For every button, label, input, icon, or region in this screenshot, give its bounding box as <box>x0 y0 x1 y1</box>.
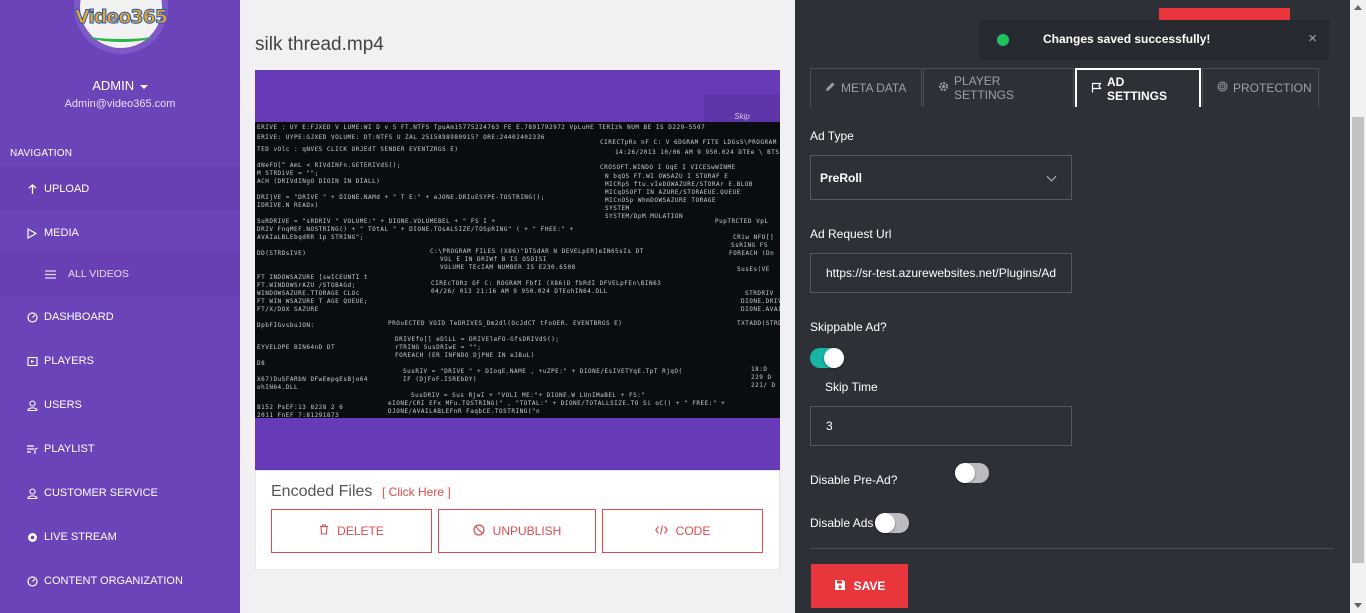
video-player[interactable]: Skip ERIVE : UY E:FJXED V LUME:WI D v 5 … <box>255 70 780 470</box>
page-title: silk thread.mp4 <box>255 34 384 55</box>
encoded-files-link[interactable]: [ Click Here ] <box>382 485 451 499</box>
skip-time-label: Skip Time <box>825 380 878 394</box>
play-icon <box>26 227 38 239</box>
main-content: silk thread.mp4 Skip ERIVE : UY E:FJXED … <box>240 0 795 613</box>
ad-request-url-label: Ad Request Url <box>810 227 892 241</box>
unpublish-button[interactable]: UNPUBLISH <box>438 509 596 553</box>
tab-ad-settings[interactable]: AD SETTINGS <box>1075 68 1201 107</box>
sidebar-item-playlist[interactable]: PLAYLIST <box>0 427 240 471</box>
brand-logo[interactable]: Video365 <box>74 0 168 54</box>
delete-label: DELETE <box>337 524 384 538</box>
sidebar-item-players[interactable]: PLAYERS <box>0 339 240 383</box>
tab-meta-data[interactable]: META DATA <box>810 68 922 107</box>
sidebar-item-upload[interactable]: UPLOAD <box>0 167 240 211</box>
disable-pre-ad-label: Disable Pre-Ad? <box>810 473 898 487</box>
list-icon <box>44 269 56 279</box>
ad-type-value: PreRoll <box>820 170 863 185</box>
scroll-down-icon[interactable] <box>1354 603 1362 608</box>
sidebar-item-customer-service[interactable]: CUSTOMER SERVICE <box>0 471 240 515</box>
playlist-icon <box>26 444 38 455</box>
sidebar-item-all-videos[interactable]: ALL VIDEOS <box>0 252 240 296</box>
sidebar-item-label: DASHBOARD <box>44 311 114 323</box>
ad-request-url-input[interactable]: https://sr-test.azurewebsites.net/Plugin… <box>810 253 1072 293</box>
toast-message: Changes saved successfully! <box>1043 32 1211 46</box>
caret-down-icon <box>139 84 148 89</box>
user-name: ADMIN <box>92 78 135 93</box>
save-label: SAVE <box>853 579 886 593</box>
code-label: CODE <box>675 524 711 538</box>
chevron-down-icon <box>1046 171 1057 182</box>
sidebar-item-label: MEDIA <box>44 227 79 239</box>
disable-pre-ad-toggle[interactable] <box>955 463 989 483</box>
sidebar-item-label: ALL VIDEOS <box>68 268 129 280</box>
skip-ad-button[interactable]: Skip <box>704 95 780 123</box>
pencil-icon <box>825 81 836 95</box>
settings-tabs: META DATA PLAYER SETTINGS AD SETTINGS PR… <box>810 68 1320 107</box>
sidebar-item-label: CONTENT ORGANIZATION <box>44 575 183 587</box>
player-icon <box>26 356 38 367</box>
scrollbar[interactable] <box>1350 0 1366 613</box>
ban-icon <box>473 523 485 539</box>
sidebar-item-content-organization[interactable]: CONTENT ORGANIZATION <box>0 559 240 603</box>
delete-button[interactable]: DELETE <box>271 509 432 553</box>
sidebar-item-label: CUSTOMER SERVICE <box>44 487 158 499</box>
settings-panel: Changes saved successfully! × META DATA … <box>795 0 1366 613</box>
user-email: Admin@video365.com <box>64 98 176 110</box>
gauge-icon <box>26 311 38 323</box>
sidebar-item-label: USERS <box>44 399 82 411</box>
divider <box>810 548 1333 549</box>
skip-time-input[interactable]: 3 <box>810 406 1072 446</box>
disable-ads-toggle[interactable] <box>875 513 909 533</box>
close-icon[interactable]: × <box>1308 30 1317 47</box>
gauge-icon <box>26 575 38 587</box>
skippable-ad-toggle[interactable] <box>810 348 844 368</box>
tab-label: META DATA <box>841 81 907 95</box>
scroll-up-icon[interactable] <box>1354 5 1362 10</box>
encoded-files-title: Encoded Files <box>271 483 373 500</box>
video-frame-image: ERIVE : UY E:FJXED V LUME:WI D v 5 FT.NT… <box>255 122 780 418</box>
sidebar-item-label: PLAYERS <box>44 355 94 367</box>
sidebar-item-label: UPLOAD <box>44 183 90 195</box>
ad-type-select[interactable]: PreRoll <box>810 155 1072 200</box>
target-icon <box>1217 81 1228 95</box>
tab-protection[interactable]: PROTECTION <box>1202 68 1319 107</box>
nav-heading: NAVIGATION <box>10 148 73 159</box>
tab-label: PROTECTION <box>1233 81 1312 95</box>
disable-ads-label: Disable Ads <box>810 516 874 530</box>
success-dot-icon <box>997 34 1009 46</box>
encoded-files-panel: Encoded Files [ Click Here ] DELETE UNPU… <box>255 470 780 570</box>
floppy-icon <box>834 579 846 594</box>
live-icon <box>26 532 38 543</box>
scroll-thumb[interactable] <box>1352 117 1364 563</box>
skippable-ad-label: Skippable Ad? <box>810 320 887 334</box>
user-icon <box>26 399 38 411</box>
save-button[interactable]: SAVE <box>811 564 908 608</box>
sidebar-item-live-stream[interactable]: LIVE STREAM <box>0 515 240 559</box>
user-icon <box>26 487 38 499</box>
tab-label: AD SETTINGS <box>1107 74 1168 103</box>
code-icon <box>654 524 668 538</box>
code-button[interactable]: CODE <box>602 509 763 553</box>
sidebar-item-dashboard[interactable]: DASHBOARD <box>0 295 240 339</box>
sidebar-item-label: PLAYLIST <box>44 443 95 455</box>
sidebar-item-media[interactable]: MEDIA <box>0 211 240 255</box>
trash-icon <box>319 524 329 538</box>
ad-type-label: Ad Type <box>810 129 854 143</box>
tab-player-settings[interactable]: PLAYER SETTINGS <box>923 68 1074 107</box>
sidebar-item-label: LIVE STREAM <box>44 531 117 543</box>
gear-icon <box>938 81 949 95</box>
logo-swoosh <box>90 30 152 42</box>
toggle-knob <box>875 513 895 533</box>
toggle-knob <box>824 348 844 368</box>
user-menu[interactable]: ADMIN <box>0 78 240 93</box>
success-toast: Changes saved successfully! × <box>979 20 1329 60</box>
upload-icon <box>26 183 38 195</box>
tab-label: PLAYER SETTINGS <box>954 74 1015 102</box>
sidebar-item-users[interactable]: USERS <box>0 383 240 427</box>
flag-icon <box>1091 82 1102 96</box>
toggle-knob <box>955 463 975 483</box>
unpublish-label: UNPUBLISH <box>492 524 562 538</box>
sidebar: Video365 ADMIN Admin@video365.com NAVIGA… <box>0 0 240 613</box>
logo-text: Video365 <box>74 6 168 29</box>
